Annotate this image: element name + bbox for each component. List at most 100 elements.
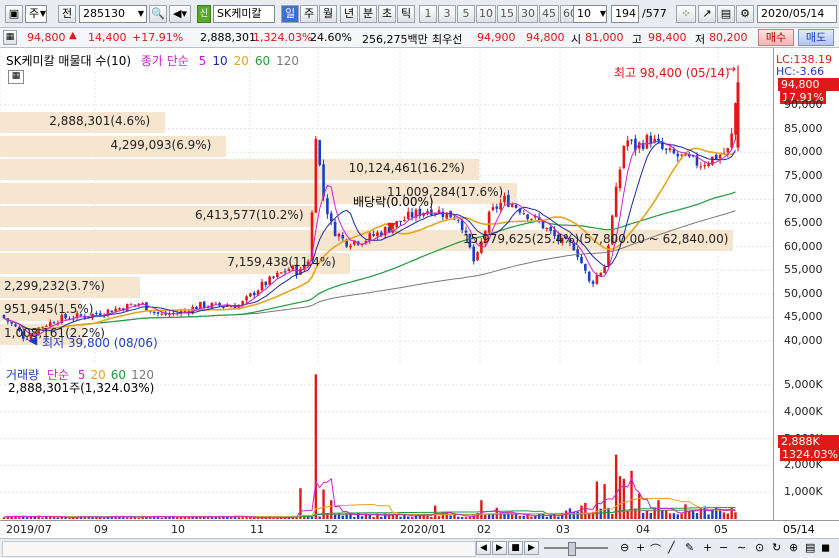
interval-tab-5[interactable]: 5 [457,5,475,23]
low-label: 저 [695,33,706,46]
cross-icon[interactable]: + [703,541,712,554]
candle-body [503,196,506,202]
volume-bar [272,517,275,519]
stock-info-icon[interactable]: ▦ [3,30,17,45]
play-button[interactable]: ▶ [492,541,507,555]
volume-bar [460,517,464,519]
date-tick-label: 2019/07 [6,523,52,536]
candle-body [664,148,668,150]
period-tab-3[interactable]: 월 [319,5,337,23]
period-tab-5[interactable]: 분 [359,5,377,23]
code-input[interactable]: 285130 ▼ [79,5,147,23]
candle-body [276,272,279,278]
eraser-icon[interactable]: ✎ [685,541,694,554]
price-tick-label: 70,000 [784,192,823,206]
grid-icon[interactable]: ⁘ [676,5,696,23]
volume-bar [661,510,664,519]
zoom-out-icon[interactable]: ⊖ [620,541,629,554]
gear-icon[interactable]: ⚙ [736,5,754,23]
magnifier-icon[interactable]: ⊙ [755,541,764,554]
ma-legend-60: 60 [254,54,271,68]
volume-bar [499,513,502,519]
date-tick-label: 05 [714,523,728,536]
volume-chart[interactable]: 거래량 단순 5 20 60 120 2,888,301주(1,324.03%) [0,364,773,520]
candle-body [133,304,137,306]
interval-tab-10[interactable]: 10 [476,5,496,23]
indicator-icon[interactable]: ↗ [698,5,716,23]
zoom-slider[interactable] [544,547,608,549]
table-icon[interactable]: ▦ [8,70,24,84]
sell-button[interactable]: 매도 [798,29,834,46]
volume-tag: 2,888K [778,435,839,448]
candle-body [129,304,133,306]
volume-bar [249,517,252,519]
save-icon[interactable]: ▤ [717,5,735,23]
period-tab-1[interactable]: 일 [281,5,299,23]
volume-bar [572,511,575,519]
volume-bar [695,513,699,519]
candle-body [430,209,433,215]
candle-body [618,169,622,189]
period-tab-2[interactable]: 주 [300,5,318,23]
price-tick-label: 65,000 [784,216,823,229]
volume-bar [614,454,618,519]
candle-body [52,322,56,324]
volume-bar [399,516,402,519]
volume-rate: 1,324.03% [253,31,313,44]
candle-body [630,139,633,141]
candle-body [245,296,248,301]
buy-button[interactable]: 매수 [758,29,794,46]
draw-line-icon[interactable]: ╱ [668,541,675,554]
speaker-icon[interactable]: ◀▾ [169,5,191,23]
quote-bar: ▦ 94,800 ▲ 14,400 +17.91% 2,888,301 1,32… [0,28,839,48]
date-tick-label: 04 [636,523,650,536]
volume-bar [522,515,525,519]
interval-tab-15[interactable]: 15 [497,5,517,23]
interval-tab-3[interactable]: 3 [438,5,456,23]
trend-tool-icon[interactable]: ⌒ [650,541,661,557]
ma-legend-120: 120 [276,54,300,68]
crosshair-icon[interactable]: + [636,541,645,554]
period-tab-7[interactable]: 틱 [397,5,415,23]
refresh-icon[interactable]: ↻ [772,541,781,554]
zoom-slider-thumb[interactable] [568,542,576,556]
type-select[interactable]: 주 ▼ [25,5,47,23]
candle-body [587,271,591,281]
candle-body [622,146,626,169]
volume-rate-tag: 1324.03% [780,448,839,461]
stock-name[interactable]: SK케미칼 [213,5,275,23]
volume-bar [457,516,460,519]
minus-icon[interactable]: − [719,541,728,554]
search-icon[interactable]: 🔍 [149,5,167,23]
ask-price: 94,900 [477,31,516,44]
interval-tab-45[interactable]: 45 [539,5,559,23]
all-button[interactable]: 전 [58,5,76,23]
horizontal-scrollbar[interactable] [2,541,476,557]
date-input[interactable]: 2020/05/14 [757,5,837,23]
candle-body [326,198,329,215]
candle-body [730,133,733,148]
interval-tab-30[interactable]: 30 [518,5,538,23]
interval-select[interactable]: 10 ▼ [573,5,607,23]
scroll-left-button[interactable]: ◀ [476,541,491,555]
layout-icon[interactable]: ▣ [5,5,23,23]
wave-icon[interactable]: ∼ [737,541,746,554]
price-chart[interactable]: SK케미칼 매물대 수(10) 종가 단순 5 10 20 60 120 ▦ 최고 98… [0,48,773,364]
count-input[interactable]: 194 [611,5,639,23]
candle-body [530,218,533,220]
stop-button[interactable]: ■ [508,541,523,555]
volume-bar [676,514,679,519]
period-tab-4[interactable]: 년 [340,5,358,23]
price-tag: 94,800 [778,78,839,91]
scroll-right-button[interactable]: ▶ [524,541,539,555]
zoom-in-icon[interactable]: ⊕ [789,541,798,554]
candle-body [603,266,606,274]
candle-body [406,211,410,219]
volume-bar [318,516,321,519]
print-icon[interactable]: ▤ [805,541,815,554]
settings-icon[interactable]: ◼ [821,541,830,554]
period-tab-6[interactable]: 초 [378,5,396,23]
volume-bar [645,510,649,519]
candle-body [337,233,341,237]
interval-tab-1[interactable]: 1 [419,5,437,23]
